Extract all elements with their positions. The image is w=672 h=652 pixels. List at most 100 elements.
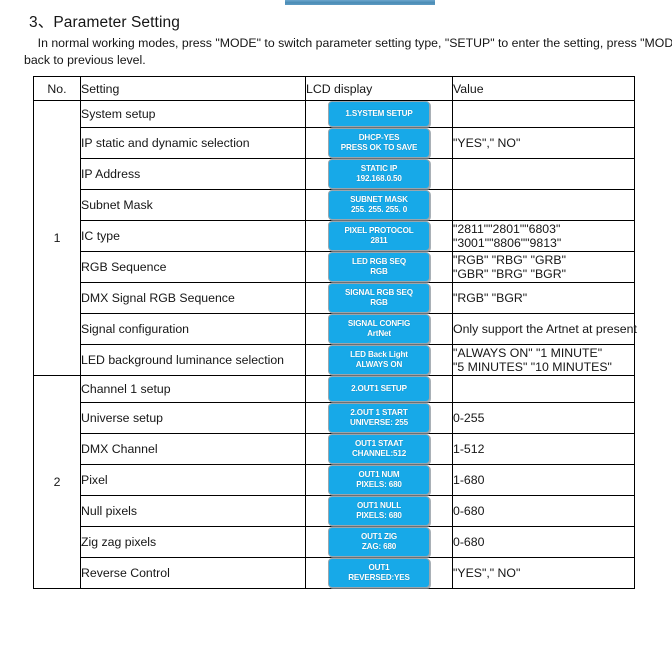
table-row: Universe setup 2.OUT 1 START UNIVERSE: 2…: [34, 402, 635, 434]
value-cell: "RGB" "BGR": [452, 282, 635, 314]
value-cell: Only support the Artnet at present: [452, 313, 637, 345]
setting-label: Channel 1 setup: [80, 375, 306, 403]
intro-paragraph: In normal working modes, press "MODE" to…: [24, 36, 672, 67]
setting-label: Universe setup: [80, 402, 306, 434]
lcd-line-2: 2811: [370, 236, 388, 245]
lcd-line-2: CHANNEL:512: [351, 449, 407, 458]
table-row: IP Address STATIC IP 192.168.0.50: [34, 158, 635, 190]
column-header-value: Value: [452, 76, 635, 101]
lcd-line-1: DHCP-YES: [358, 133, 400, 142]
value-cell: "ALWAYS ON" "1 MINUTE" "5 MINUTES" "10 M…: [452, 344, 635, 376]
value-cell: "2811""2801""6803" "3001""8806""9813": [452, 220, 635, 252]
lcd-badge: STATIC IP 192.168.0.50: [328, 159, 430, 189]
setting-label: Signal configuration: [80, 313, 306, 345]
lcd-display-cell: SIGNAL CONFIG ArtNet: [305, 313, 453, 345]
lcd-badge: SIGNAL RGB SEQ RGB: [328, 283, 430, 313]
value-cell: "YES"," NO": [452, 557, 635, 589]
lcd-display-cell: 2.OUT 1 START UNIVERSE: 255: [305, 402, 453, 434]
value-cell: [452, 158, 635, 190]
value-line-1: 0-680: [453, 534, 485, 549]
lcd-line-1: 1.SYSTEM SETUP: [345, 109, 413, 118]
column-header-no: No.: [33, 76, 81, 101]
lcd-display-cell: SUBNET MASK 255. 255. 255. 0: [305, 189, 453, 221]
lcd-badge: 1.SYSTEM SETUP: [328, 101, 430, 127]
group-number-cell: 1: [33, 100, 81, 376]
lcd-line-2: ZAG: 680: [361, 542, 397, 551]
table-row: Null pixels OUT1 NULL PIXELS: 680 0-680: [34, 495, 635, 527]
lcd-badge: 2.OUT1 SETUP: [328, 376, 430, 402]
lcd-line-2: PRESS OK TO SAVE: [340, 143, 418, 152]
table-row: 2 Channel 1 setup 2.OUT1 SETUP: [33, 375, 635, 589]
value-line-1: Only support the Artnet at present: [453, 321, 637, 336]
value-cell: 0-255: [452, 402, 635, 434]
table-body: 1 System setup 1.SYSTEM SETUP IP static …: [33, 100, 637, 589]
setting-label: DMX Signal RGB Sequence: [80, 282, 306, 314]
value-cell: [452, 100, 635, 128]
lcd-display-cell: OUT1 REVERSED:YES: [305, 557, 453, 589]
value-cell: 0-680: [452, 495, 635, 527]
lcd-badge: OUT1 ZIG ZAG: 680: [328, 527, 430, 557]
lcd-line-1: OUT1: [368, 563, 390, 572]
parameter-settings-table: No. Setting LCD display Value 1 System s…: [33, 76, 637, 589]
lcd-line-1: OUT1 ZIG: [360, 532, 398, 541]
lcd-display-cell: STATIC IP 192.168.0.50: [305, 158, 453, 190]
value-line-1: 0-680: [453, 503, 485, 518]
lcd-line-1: SIGNAL RGB SEQ: [345, 288, 413, 297]
value-cell: [452, 375, 635, 403]
setting-label: DMX Channel: [80, 433, 306, 465]
lcd-line-1: PIXEL PROTOCOL: [344, 226, 414, 235]
lcd-line-2: RGB: [370, 267, 388, 276]
table-row: Reverse Control OUT1 REVERSED:YES "YES",…: [34, 557, 635, 589]
value-cell: "RGB" "RBG" "GRB" "GBR" "BRG" "BGR": [452, 251, 635, 283]
setting-label: Subnet Mask: [80, 189, 306, 221]
lcd-badge: OUT1 NULL PIXELS: 680: [328, 496, 430, 526]
table-row: 1 System setup 1.SYSTEM SETUP: [33, 100, 635, 376]
value-cell: [452, 189, 635, 221]
lcd-line-1: OUT1 NUM: [358, 470, 400, 479]
lcd-display-cell: LED Back Light ALWAYS ON: [305, 344, 453, 376]
lcd-display-cell: SIGNAL RGB SEQ RGB: [305, 282, 453, 314]
value-line-1: "2811""2801""6803": [453, 221, 561, 236]
value-line-1: "ALWAYS ON" "1 MINUTE": [453, 345, 603, 360]
setting-label: Reverse Control: [80, 557, 306, 589]
value-line-2: "5 MINUTES" "10 MINUTES": [453, 360, 612, 374]
lcd-badge: SUBNET MASK 255. 255. 255. 0: [328, 190, 430, 220]
lcd-display-cell: OUT1 NUM PIXELS: 680: [305, 464, 453, 496]
lcd-display-cell: OUT1 STAAT CHANNEL:512: [305, 433, 453, 465]
lcd-badge: 2.OUT 1 START UNIVERSE: 255: [328, 403, 430, 433]
lcd-badge: OUT1 NUM PIXELS: 680: [328, 465, 430, 495]
value-line-1: "RGB" "BGR": [453, 290, 528, 305]
table-row: DMX Channel OUT1 STAAT CHANNEL:512 1-512: [34, 433, 635, 465]
setting-label: IP static and dynamic selection: [80, 127, 306, 159]
value-cell: 0-680: [452, 526, 635, 558]
lcd-line-1: SIGNAL CONFIG: [347, 319, 411, 328]
lcd-line-1: LED Back Light: [350, 350, 408, 359]
lcd-badge: LED RGB SEQ RGB: [328, 252, 430, 282]
table-row: DMX Signal RGB Sequence SIGNAL RGB SEQ R…: [34, 282, 635, 314]
lcd-line-1: 2.OUT 1 START: [350, 408, 408, 417]
lcd-line-2: ArtNet: [367, 329, 391, 338]
lcd-badge: OUT1 REVERSED:YES: [328, 558, 430, 588]
lcd-line-2: PIXELS: 680: [356, 480, 402, 489]
setting-label: IC type: [80, 220, 306, 252]
table-row: Signal configuration SIGNAL CONFIG ArtNe…: [34, 313, 637, 345]
setting-label: Zig zag pixels: [80, 526, 306, 558]
table-header-row: No. Setting LCD display Value: [33, 76, 635, 101]
table-row: LED background luminance selection LED B…: [34, 344, 635, 376]
table-row: IP static and dynamic selection DHCP-YES…: [34, 127, 635, 159]
column-header-lcd: LCD display: [305, 76, 453, 101]
lcd-display-cell: PIXEL PROTOCOL 2811: [305, 220, 453, 252]
lcd-line-2: REVERSED:YES: [348, 573, 410, 582]
lcd-badge: LED Back Light ALWAYS ON: [328, 345, 430, 375]
lcd-line-2: 255. 255. 255. 0: [350, 205, 408, 214]
lcd-display-cell: DHCP-YES PRESS OK TO SAVE: [305, 127, 453, 159]
lcd-line-2: 192.168.0.50: [356, 174, 402, 183]
value-line-1: "YES"," NO": [453, 135, 521, 150]
lcd-line-2: PIXELS: 680: [356, 511, 402, 520]
value-line-2: "3001""8806""9813": [453, 236, 562, 250]
lcd-display-cell: OUT1 ZIG ZAG: 680: [305, 526, 453, 558]
value-cell: "YES"," NO": [452, 127, 635, 159]
group-number-cell: 2: [33, 375, 81, 589]
table-row: IC type PIXEL PROTOCOL 2811 "2811""2801"…: [34, 220, 635, 252]
value-cell: 1-680: [452, 464, 635, 496]
